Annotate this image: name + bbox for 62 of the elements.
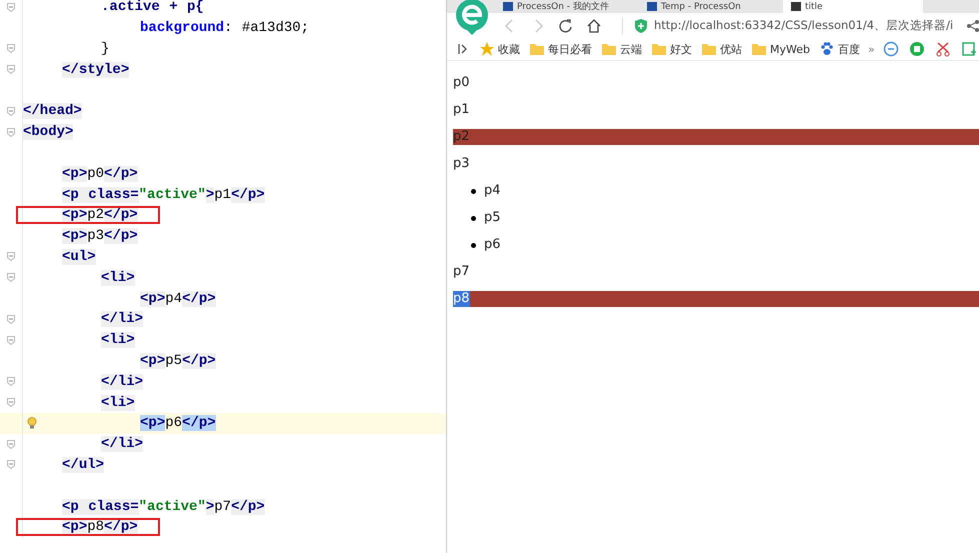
lightbulb-icon[interactable]	[27, 416, 37, 430]
bullet-icon	[471, 216, 476, 220]
selected-text: p8	[453, 291, 470, 307]
fold-icon[interactable]	[7, 65, 15, 74]
paragraph-text: p0	[453, 75, 470, 91]
code-line: .active + p{	[101, 0, 204, 16]
code-line: <p class="active">p7</p>	[62, 498, 265, 515]
minus-circle-icon[interactable]	[882, 41, 899, 57]
folder-icon	[529, 41, 545, 57]
code-line: <p>p0</p>	[62, 166, 138, 182]
paragraph-text: p2	[453, 129, 470, 145]
fold-icon[interactable]	[7, 252, 15, 262]
bookmark[interactable]: 优站	[701, 41, 742, 57]
code-line: <p>p4</p>	[140, 290, 216, 307]
fold-icon[interactable]	[7, 2, 15, 12]
fold-icon[interactable]	[7, 460, 15, 470]
fold-icon[interactable]	[7, 44, 15, 54]
fold-icon[interactable]	[7, 273, 15, 282]
browser-tab[interactable]: title	[783, 0, 923, 13]
fold-icon[interactable]	[7, 128, 15, 137]
paw-icon	[818, 41, 835, 57]
scissors-icon[interactable]	[934, 41, 951, 57]
bullet-icon	[471, 242, 476, 248]
folder-icon	[601, 41, 617, 57]
fold-icon[interactable]	[7, 440, 15, 449]
code-line: <p>p8</p>	[62, 519, 138, 536]
reload-icon[interactable]	[558, 18, 574, 34]
bookmark[interactable]: 收藏	[479, 41, 520, 57]
code-line: <p>p6</p>	[140, 415, 216, 432]
fold-icon[interactable]	[7, 336, 15, 345]
star-icon	[479, 41, 495, 57]
folder-icon	[651, 41, 667, 57]
code-line: <p>p2</p>	[62, 207, 138, 224]
fold-icon[interactable]	[7, 398, 15, 408]
code-line: <p>p3</p>	[62, 228, 138, 244]
fold-icon[interactable]	[7, 314, 15, 324]
share-icon[interactable]	[965, 18, 979, 34]
fold-icon[interactable]	[7, 106, 15, 116]
paragraph-text: p5	[484, 210, 501, 226]
paragraph-text: p6	[484, 237, 501, 253]
code-line: <p class="active">p1</p>	[62, 186, 265, 203]
bookmark[interactable]: MyWeb	[751, 41, 810, 57]
paragraph-text: p3	[453, 156, 470, 172]
bookmark[interactable]: 每日必看	[529, 41, 592, 57]
shield-icon	[633, 18, 649, 34]
paragraph-text: p1	[453, 102, 470, 118]
url-text: http://localhost:63342/CSS/lesson01/4、层次选择器/i	[654, 18, 954, 33]
folder-icon	[701, 41, 717, 57]
code-line: <p>p5</p>	[140, 352, 216, 369]
bookmark[interactable]: 百度	[818, 41, 860, 57]
home-icon[interactable]	[586, 18, 602, 34]
fold-icon[interactable]	[7, 377, 15, 386]
address-bar[interactable]: http://localhost:63342/CSS/lesson01/4、层次选择器/i	[622, 18, 954, 34]
folder-icon	[751, 41, 767, 57]
code-line: }	[101, 40, 110, 57]
paragraph-text: p7	[453, 264, 470, 280]
bookmark[interactable]: 好文	[651, 41, 692, 57]
bullet-icon	[471, 188, 476, 194]
code-line: background: #a13d30;	[140, 20, 310, 36]
more-bookmarks[interactable]: »	[868, 42, 875, 56]
bookmark[interactable]: 云端	[601, 41, 642, 57]
paragraph-text: p4	[484, 183, 501, 199]
